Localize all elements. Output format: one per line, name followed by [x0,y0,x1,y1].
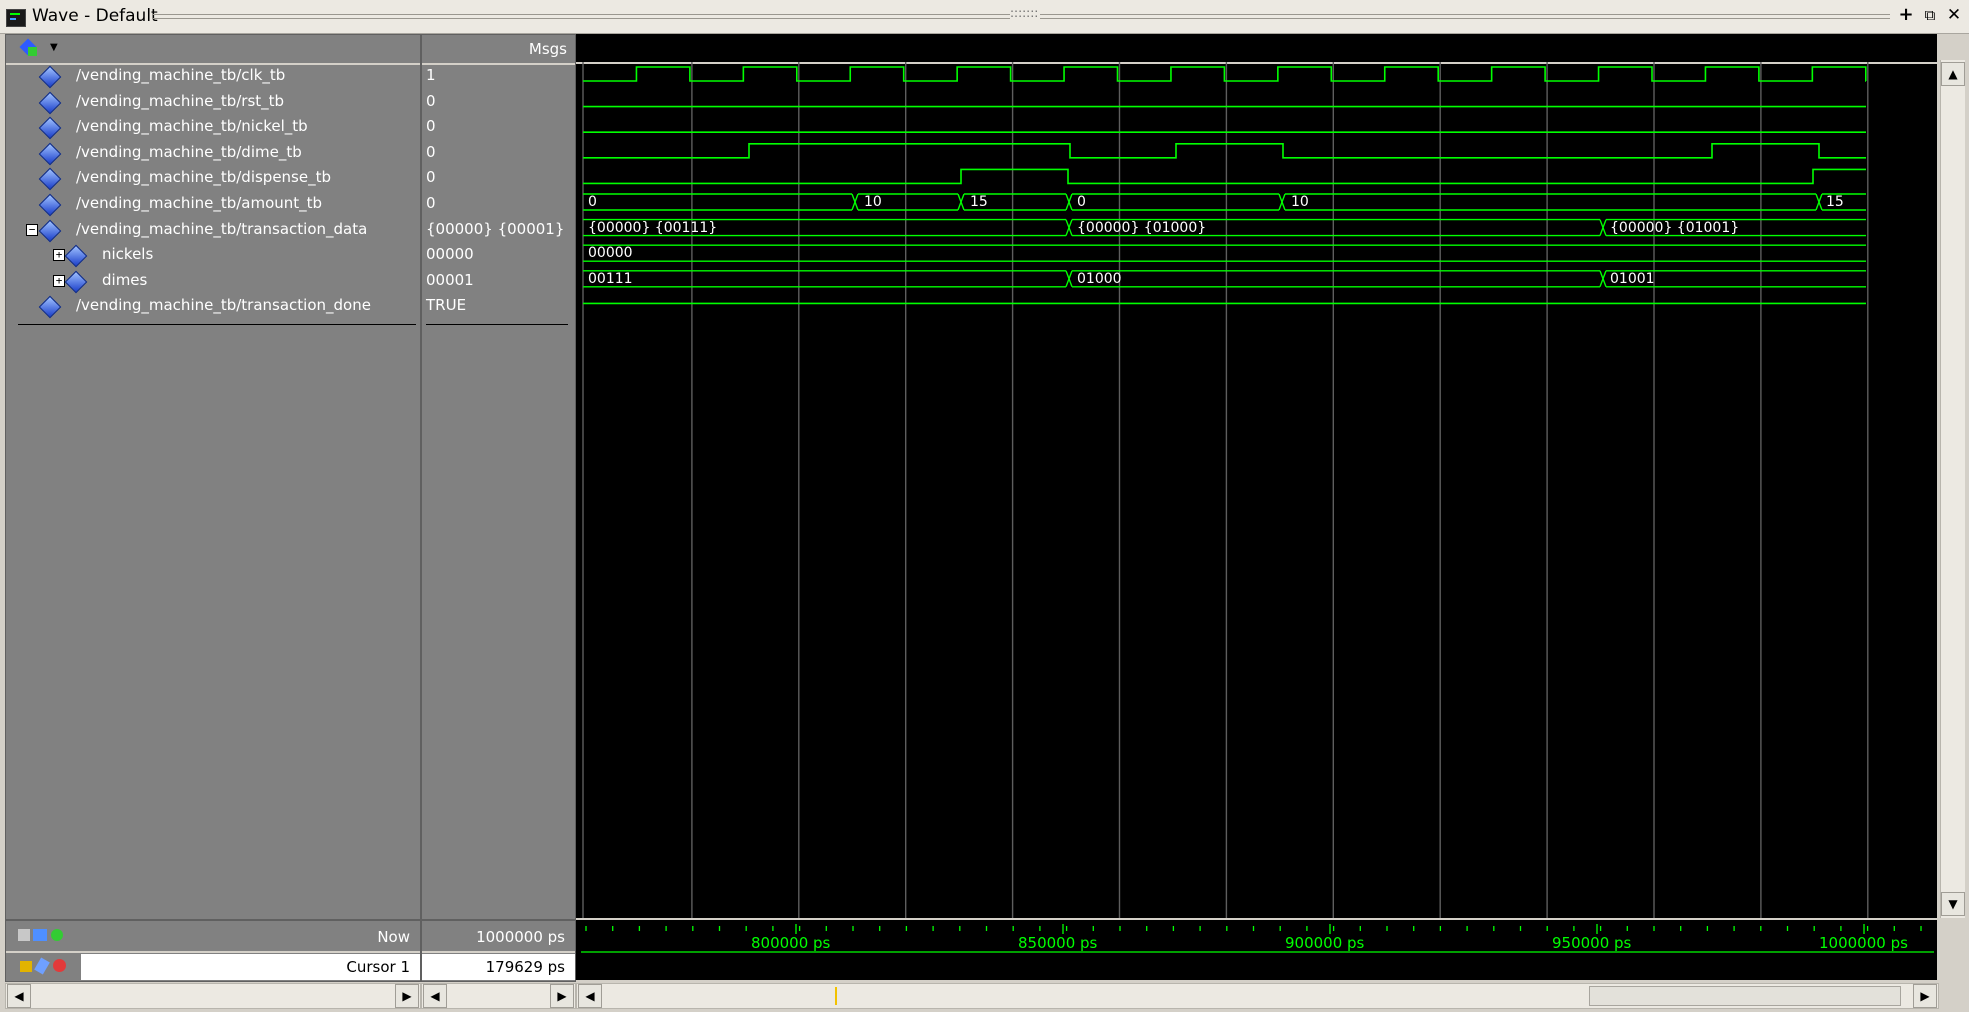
cursor-name-pane: Now Cursor 1 [5,920,421,982]
signal-name[interactable]: /vending_machine_tb/dime_tb [76,143,302,161]
add-window-icon[interactable]: + [1896,5,1916,25]
lock-cursor-icon[interactable] [20,957,68,975]
scroll-up-icon[interactable]: ▲ [1941,62,1965,86]
bus-value-label: 15 [970,194,988,210]
signal-name[interactable]: /vending_machine_tb/transaction_done [76,296,371,314]
window-title: Wave - Default [32,6,158,26]
scroll-left-icon[interactable]: ◀ [578,984,602,1008]
bus-value-label: 01000 [1077,270,1122,287]
dime-wave [583,143,1866,159]
wave-window-icon [6,9,26,27]
signal-value[interactable]: TRUE [426,296,466,314]
time-label: 800000 ps [751,934,831,952]
chevron-down-icon[interactable]: ▼ [50,42,58,53]
scroll-right-icon[interactable]: ▶ [550,984,574,1008]
signal-name[interactable]: /vending_machine_tb/transaction_data [76,220,367,238]
bus-value-label: 00000 [588,245,633,262]
close-icon[interactable]: ✕ [1944,5,1964,25]
signal-value[interactable]: 0 [426,92,436,110]
time-label: 1000000 ps [1819,934,1908,952]
time-label: 950000 ps [1552,934,1632,952]
signal-value[interactable]: 0 [426,143,436,161]
bus-value-label: 00111 [588,270,633,287]
signal-diamond-icon [64,270,88,294]
collapse-icon[interactable]: − [26,223,38,236]
cursor-value-pane: 1000000 ps 179629 ps [421,920,576,982]
signal-name[interactable]: /vending_machine_tb/amount_tb [76,194,322,212]
waveform-pane[interactable]: 0 10 15 0 10 15 {00000} {00111} {00000} {01000}… [576,34,1937,918]
signal-value[interactable]: 0 [426,117,436,135]
time-label: 850000 ps [1018,934,1098,952]
cursor-label: Cursor 1 [346,958,410,976]
timeline-ruler[interactable]: 800000 ps 850000 ps 900000 ps 950000 ps 1000… [576,920,1937,980]
signal-diamond-icon [38,296,62,319]
name-pane-header: ▼ [6,35,420,65]
bus-value-label: 10 [864,194,882,210]
bus-value-label: 0 [1077,194,1086,210]
scroll-left-icon[interactable]: ◀ [423,984,447,1008]
name-pane-scrollbar[interactable]: ◀ ▶ [5,983,421,1009]
signal-value-pane: Msgs 1 0 0 0 0 0 {00000} {00001} 00000 00001 TRUE [421,34,576,920]
scrollbar-thumb[interactable] [1589,986,1901,1006]
now-value: 1000000 ps [476,928,565,946]
cursor-value: 179629 ps [485,958,565,976]
now-label: Now [377,928,410,946]
signal-diamond-icon [38,168,62,191]
bus-value-label: {00000} {00111} [588,219,718,236]
signal-name[interactable]: /vending_machine_tb/clk_tb [76,66,285,84]
bus-value-label: {00000} {01001} [1610,219,1740,236]
selection-underline [18,324,416,325]
dispense-wave [583,168,1866,185]
add-cursor-icon[interactable] [18,929,66,945]
expand-icon[interactable]: + [53,274,65,287]
bus-value-label: {00000} {01000} [1077,219,1207,236]
bus-value-label: 0 [588,194,597,210]
signal-diamond-icon [38,116,62,140]
titlebar-grip[interactable]: ::::::: [1010,6,1038,20]
signal-name[interactable]: /vending_machine_tb/rst_tb [76,92,284,110]
signal-diamond-icon [38,142,62,166]
signal-value[interactable]: 1 [426,66,436,84]
signal-name[interactable]: nickels [102,245,153,263]
clk-wave [583,66,1867,82]
scroll-left-icon[interactable]: ◀ [7,984,31,1008]
bus-value-label: 10 [1291,194,1309,210]
msgs-header: Msgs [422,35,575,65]
time-label: 900000 ps [1285,934,1365,952]
waveform-canvas[interactable] [576,34,1937,918]
signal-name[interactable]: dimes [102,271,147,289]
value-pane-scrollbar[interactable]: ◀ ▶ [421,983,576,1009]
signal-diamond-icon [64,244,88,268]
signal-name-pane: ▼ /vending_machine_tb/clk_tb/vending_mac… [5,34,421,920]
signal-diamond-icon [38,65,62,89]
expand-icon[interactable]: + [53,249,65,262]
undock-icon[interactable]: ⧉ [1920,5,1940,25]
signal-diamond-icon [38,91,62,114]
signal-name[interactable]: /vending_machine_tb/nickel_tb [76,117,308,135]
signal-diamond-icon [38,219,62,242]
scroll-right-icon[interactable]: ▶ [395,984,419,1008]
signal-value[interactable]: 0 [426,194,436,212]
waveform-scrollbar[interactable]: ◀ ▶ [576,983,1939,1009]
vertical-scrollbar[interactable]: ▲ ▼ [1940,60,1965,918]
msgs-header-label: Msgs [528,40,567,58]
scroll-right-icon[interactable]: ▶ [1913,984,1937,1008]
bus-value-label: 01001 [1610,270,1655,287]
window-titlebar: Wave - Default ::::::: + ⧉ ✕ [0,0,1969,34]
add-wave-icon[interactable] [19,38,40,59]
bus-value-label: 15 [1826,194,1844,210]
signal-diamond-icon [38,193,62,217]
cursor-position-marker [835,987,837,1005]
signal-value[interactable]: 0 [426,168,436,186]
signal-value[interactable]: {00000} {00001} [426,220,564,238]
signal-value[interactable]: 00001 [426,271,474,289]
scroll-down-icon[interactable]: ▼ [1941,892,1965,916]
signal-name[interactable]: /vending_machine_tb/dispense_tb [76,168,331,186]
signal-value[interactable]: 00000 [426,245,474,263]
